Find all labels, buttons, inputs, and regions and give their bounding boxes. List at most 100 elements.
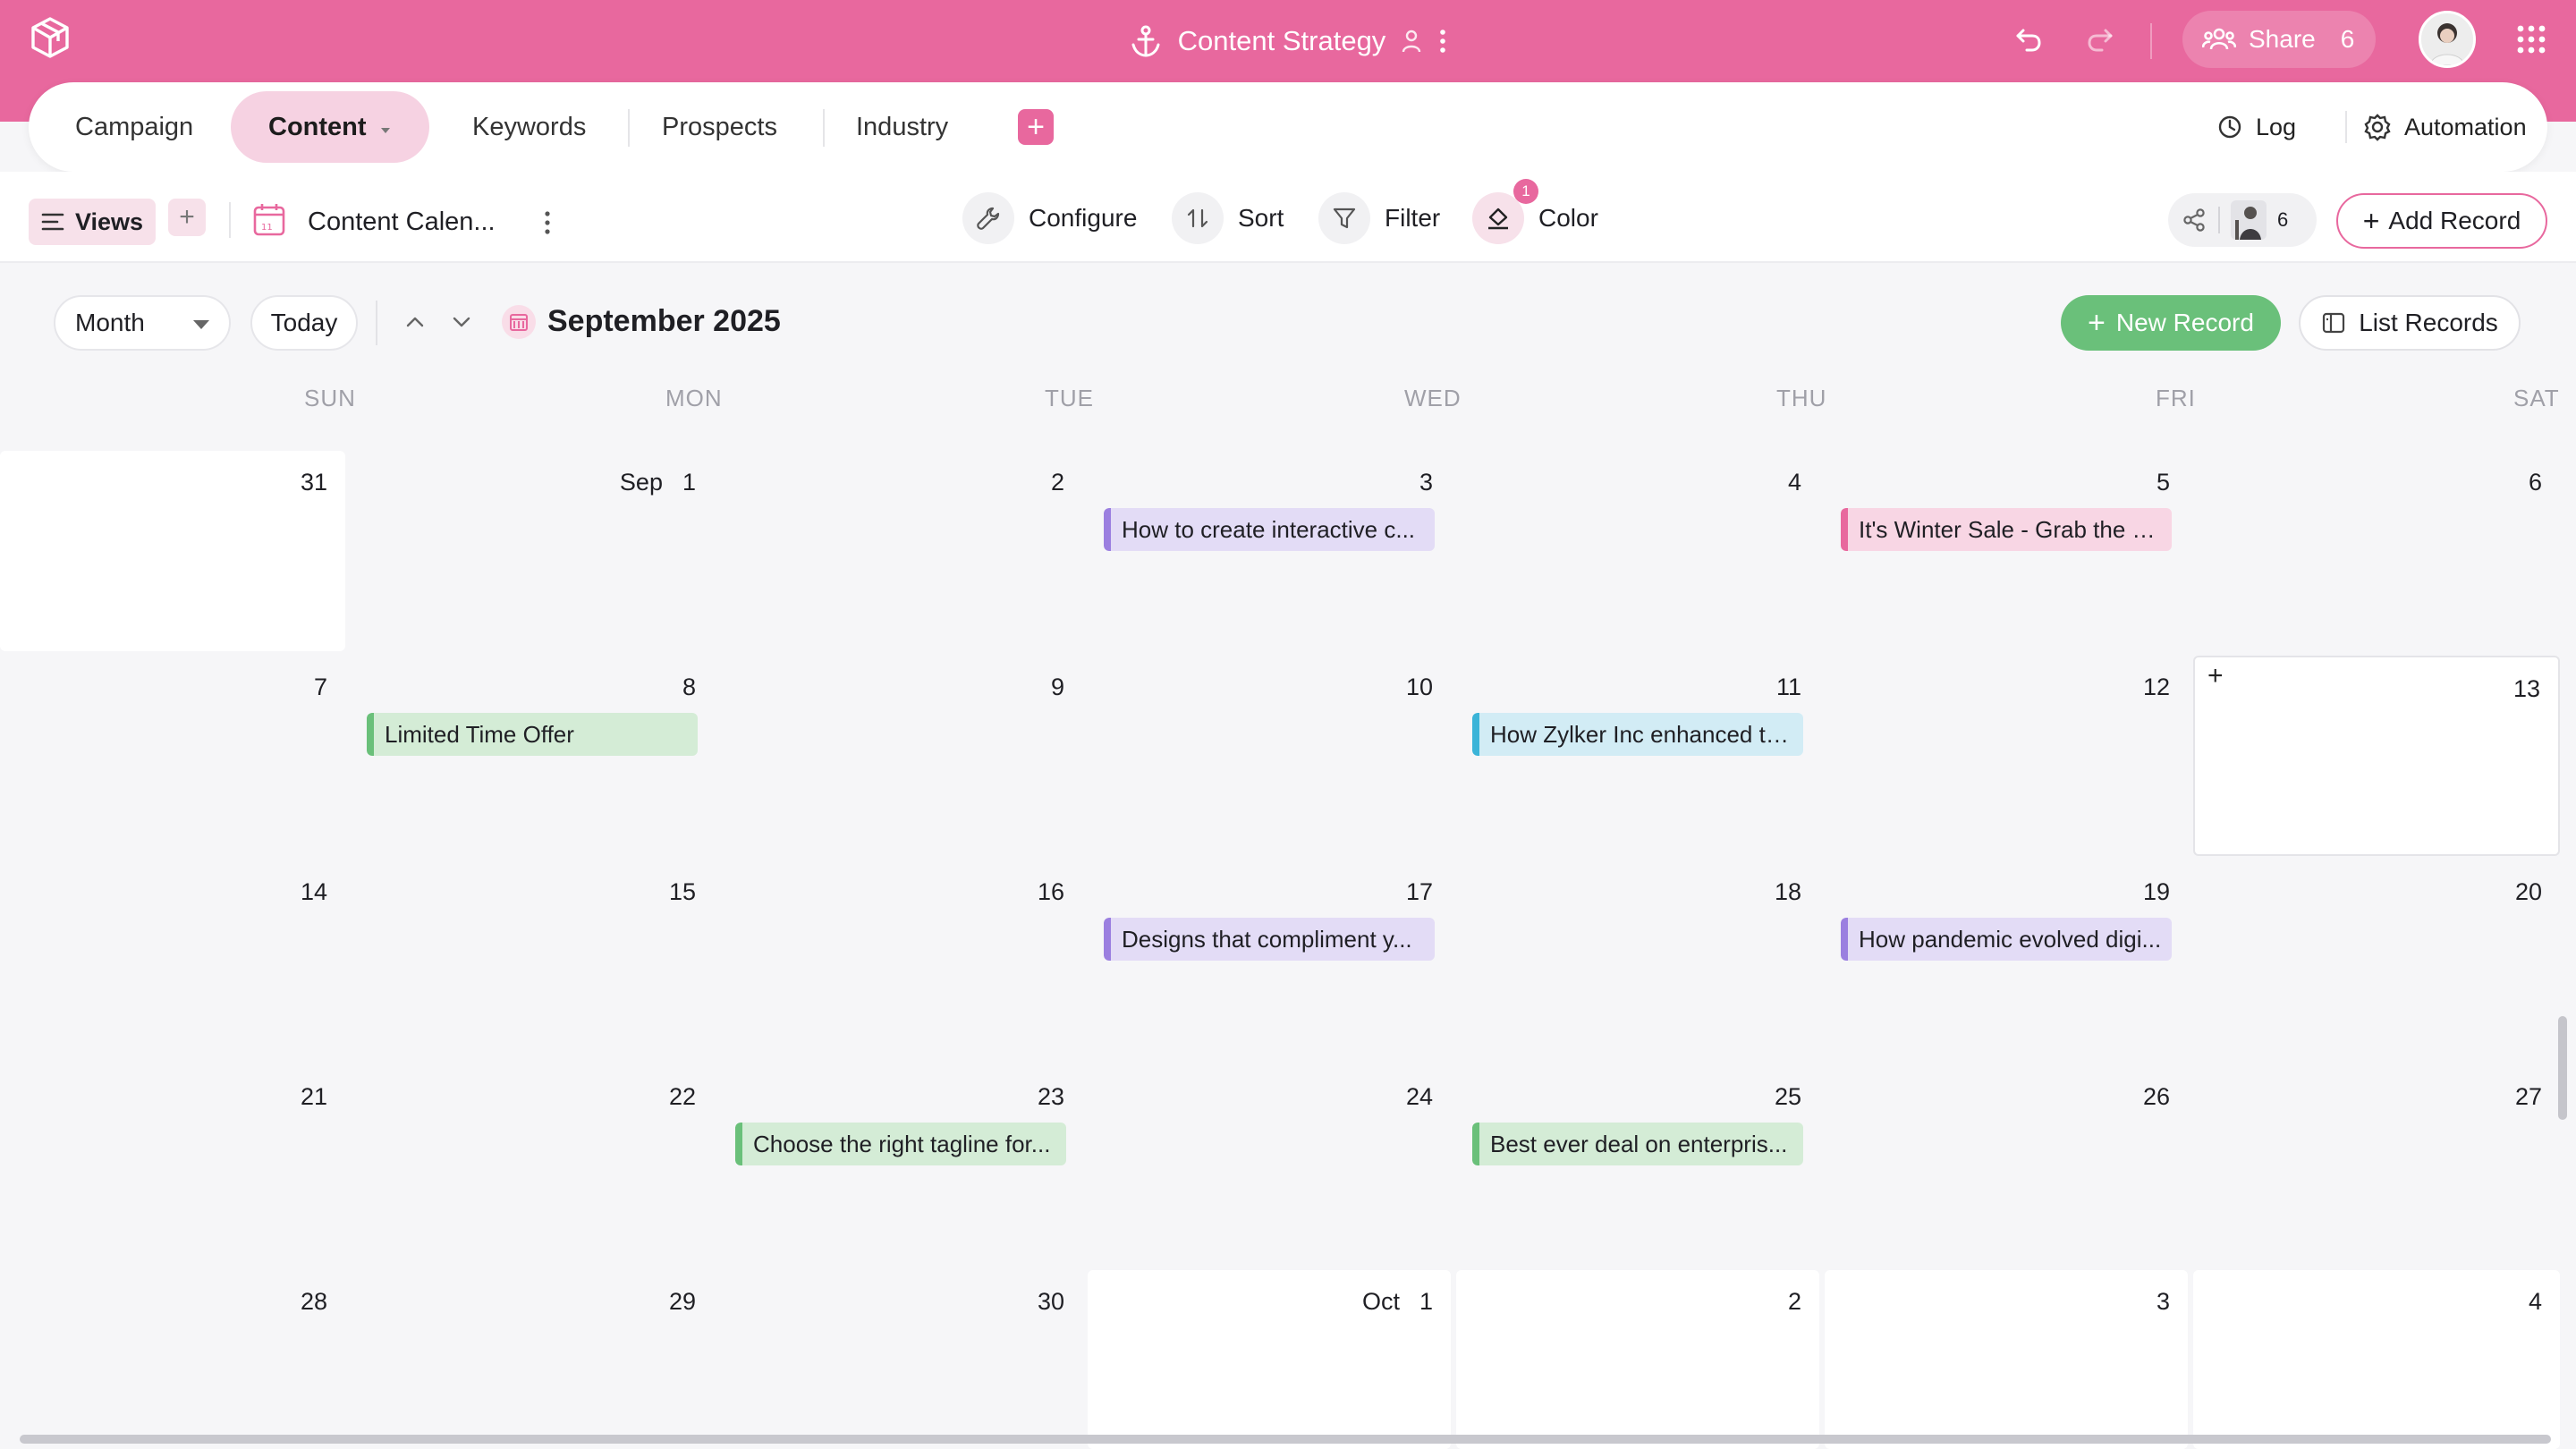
view-name[interactable]: Content Calen... (308, 208, 496, 237)
calendar-day-cell[interactable]: 22 (351, 1065, 714, 1266)
configure-button[interactable]: Configure (962, 191, 1137, 245)
calendar-day-cell[interactable]: 4 (2193, 1270, 2560, 1449)
tab-content[interactable]: Content (231, 91, 429, 163)
day-number-value: 14 (300, 878, 327, 905)
calendar-day-cell[interactable]: 2 (1456, 1270, 1819, 1449)
date-picker-button[interactable] (501, 304, 537, 340)
calendar-day-cell[interactable]: 4 (1456, 451, 1819, 651)
tab-industry[interactable]: Industry (856, 91, 948, 163)
day-number: 4 (2529, 1288, 2542, 1316)
share-nodes-icon (2183, 208, 2205, 232)
calendar-day-cell[interactable]: 10 (1088, 656, 1451, 856)
calendar-event[interactable]: How pandemic evolved digi... (1841, 918, 2172, 961)
day-number-value: 30 (1037, 1288, 1064, 1315)
tab-prospects[interactable]: Prospects (662, 91, 777, 163)
month-label: Sep (619, 469, 663, 496)
log-button[interactable]: Log (2216, 102, 2296, 152)
add-event-plus-icon[interactable]: + (2207, 661, 2224, 691)
calendar-day-cell[interactable]: 5 It's Winter Sale - Grab the O... (1825, 451, 2188, 651)
horizontal-scrollbar[interactable] (20, 1435, 2551, 1444)
list-records-button[interactable]: List Records (2299, 295, 2521, 351)
calendar-day-cell[interactable]: 30 (719, 1270, 1082, 1449)
calendar-day-cell[interactable]: +13 (2193, 656, 2560, 856)
color-label: Color (1538, 204, 1598, 232)
calendar-event[interactable]: Limited Time Offer (367, 713, 698, 756)
configure-label: Configure (1029, 204, 1138, 232)
calendar-day-cell[interactable]: 28 (0, 1270, 345, 1449)
calendar-day-cell[interactable]: 15 (351, 860, 714, 1061)
new-record-button[interactable]: + New Record (2061, 295, 2281, 351)
calendar-day-cell[interactable]: 27 (2193, 1065, 2560, 1266)
views-button[interactable]: Views (29, 199, 156, 245)
tab-campaign[interactable]: Campaign (75, 91, 193, 163)
tab-keywords[interactable]: Keywords (472, 91, 586, 163)
calendar-event[interactable]: Designs that compliment y... (1104, 918, 1435, 961)
calendar-day-cell[interactable]: 19 How pandemic evolved digi... (1825, 860, 2188, 1061)
view-more-icon[interactable] (542, 209, 553, 236)
apps-grid-icon[interactable] (2515, 23, 2547, 55)
share-button[interactable]: Share 6 (2182, 11, 2376, 68)
calendar-day-cell[interactable]: 17 Designs that compliment y... (1088, 860, 1451, 1061)
today-button[interactable]: Today (250, 295, 358, 351)
day-number: 24 (1406, 1083, 1433, 1111)
add-table-button[interactable]: + (1018, 109, 1054, 145)
collaborators-button[interactable]: 6 (2168, 193, 2317, 247)
calendar-day-cell[interactable]: Sep 1 (351, 451, 714, 651)
filter-button[interactable]: Filter (1318, 191, 1440, 245)
event-title: Best ever deal on enterpris... (1490, 1130, 1788, 1157)
add-view-button[interactable]: + (168, 199, 206, 236)
calendar-day-cell[interactable]: 20 (2193, 860, 2560, 1061)
calendar-day-cell[interactable]: 6 (2193, 451, 2560, 651)
calendar-day-cell[interactable]: 2 (719, 451, 1082, 651)
day-number-value: 12 (2142, 674, 2170, 700)
add-record-button[interactable]: + Add Record (2336, 193, 2547, 249)
calendar-day-cell[interactable]: 18 (1456, 860, 1819, 1061)
previous-period-button[interactable] (397, 304, 433, 340)
sort-button[interactable]: Sort (1172, 191, 1284, 245)
calendar-event[interactable]: It's Winter Sale - Grab the O... (1841, 508, 2172, 551)
table-tabs-bar: Campaign Content Keywords Prospects Indu… (29, 82, 2547, 172)
calendar-event[interactable]: Choose the right tagline for... (735, 1123, 1066, 1165)
calendar-day-cell[interactable]: 21 (0, 1065, 345, 1266)
day-number-value: 26 (2142, 1083, 2170, 1110)
calendar-event[interactable]: Best ever deal on enterpris... (1472, 1123, 1803, 1165)
weekday-header: SUN (304, 385, 356, 411)
calendar-day-cell[interactable]: 16 (719, 860, 1082, 1061)
calendar-day-cell[interactable]: 9 (719, 656, 1082, 856)
calendar-day-cell[interactable]: 12 (1825, 656, 2188, 856)
calendar-event[interactable]: How Zylker Inc enhanced th... (1472, 713, 1803, 756)
user-avatar[interactable] (2419, 11, 2476, 68)
calendar-day-cell[interactable]: 3 (1825, 1270, 2188, 1449)
gear-icon (2364, 114, 2391, 141)
undo-icon[interactable] (2012, 23, 2045, 55)
redo-icon[interactable] (2084, 23, 2116, 55)
user-share-icon[interactable] (1400, 29, 1423, 54)
calendar-day-cell[interactable]: 25 Best ever deal on enterpris... (1456, 1065, 1819, 1266)
vertical-scrollbar[interactable] (2558, 1016, 2567, 1120)
calendar-day-cell[interactable]: 8 Limited Time Offer (351, 656, 714, 856)
calendar-day-cell[interactable]: 7 (0, 656, 345, 856)
calendar-day-cell[interactable]: 23 Choose the right tagline for... (719, 1065, 1082, 1266)
calendar-day-cell[interactable]: 3 How to create interactive c... (1088, 451, 1451, 651)
calendar-day-cell[interactable]: 26 (1825, 1065, 2188, 1266)
calendar-day-cell[interactable]: 11 How Zylker Inc enhanced th... (1456, 656, 1819, 856)
paint-bucket-icon (1488, 208, 1508, 230)
day-number: 10 (1406, 674, 1433, 701)
app-logo-icon[interactable] (27, 14, 73, 61)
calendar-mode-select[interactable]: Month (54, 295, 231, 351)
calendar-day-cell[interactable]: 31 (0, 451, 345, 651)
views-label: Views (75, 208, 144, 235)
calendar-day-cell[interactable]: 29 (351, 1270, 714, 1449)
more-vertical-icon[interactable] (1437, 28, 1448, 55)
calendar-day-cell[interactable]: 14 (0, 860, 345, 1061)
plus-icon: + (2362, 205, 2380, 237)
automation-button[interactable]: Automation (2363, 102, 2527, 152)
calendar-event[interactable]: How to create interactive c... (1104, 508, 1435, 551)
menu-icon (41, 213, 64, 231)
chevron-down-icon[interactable] (379, 126, 392, 135)
calendar-day-cell[interactable]: 24 (1088, 1065, 1451, 1266)
document-title[interactable]: Content Strategy (1178, 25, 1386, 57)
calendar-day-cell[interactable]: Oct 1 (1088, 1270, 1451, 1449)
next-period-button[interactable] (444, 304, 479, 340)
weekday-header: WED (1404, 385, 1462, 411)
